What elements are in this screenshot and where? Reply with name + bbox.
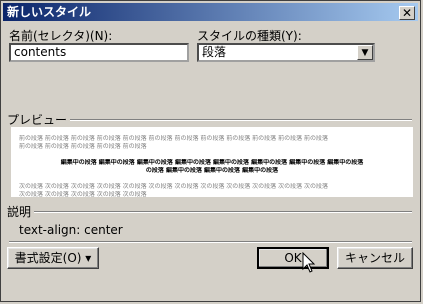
description-label: 説明 — [7, 203, 35, 220]
preview-label: プレビュー — [7, 111, 71, 128]
close-icon[interactable]: ✕ — [399, 6, 415, 20]
new-style-dialog: 新しいスタイル ✕ 名前(セレクタ)(N): contents スタイルの種類(… — [0, 0, 421, 302]
preview-after-line: 次の段落 次の段落 次の段落 次の段落 次の段落 次の段落 次の段落 次の段落 … — [19, 183, 328, 190]
preview-after-line: 次の段落 次の段落 次の段落 次の段落 次の段落 — [19, 191, 147, 198]
description-divider — [9, 211, 412, 213]
name-label: 名前(セレクタ)(N): — [9, 29, 113, 43]
mouse-pointer-icon — [302, 252, 316, 273]
bottom-divider — [9, 241, 412, 243]
preview-box: 前の段落 前の段落 前の段落 前の段落 前の段落 前の段落 前の段落 前の段落 … — [11, 127, 413, 198]
style-type-value: 段落 — [202, 45, 227, 59]
ok-button[interactable]: OK — [257, 247, 329, 269]
format-button[interactable]: 書式設定(O) ▾ — [7, 247, 99, 269]
style-type-label: スタイルの種類(Y): — [197, 29, 302, 43]
chevron-down-icon[interactable]: ▼ — [357, 45, 373, 60]
dialog-title: 新しいスタイル — [7, 5, 92, 19]
preview-current-line: 編集中の段落 編集中の段落 編集中の段落 編集中の段落 編集中の段落 編集中の段… — [60, 159, 364, 166]
name-input[interactable]: contents — [9, 43, 189, 62]
style-type-select[interactable]: 段落 ▼ — [197, 43, 375, 62]
preview-current-line: の段落 編集中の段落 編集中の段落 編集中の段落 — [145, 167, 279, 174]
description-text: text-align: center — [19, 223, 123, 237]
preview-before-line: 前の段落 前の段落 前の段落 前の段落 前の段落 前の段落 前の段落 前の段落 … — [19, 135, 328, 142]
title-bar: 新しいスタイル ✕ — [3, 3, 418, 21]
cancel-button[interactable]: キャンセル — [337, 247, 413, 269]
preview-before-line: 前の段落 前の段落 前の段落 前の段落 前の段落 — [19, 143, 147, 150]
